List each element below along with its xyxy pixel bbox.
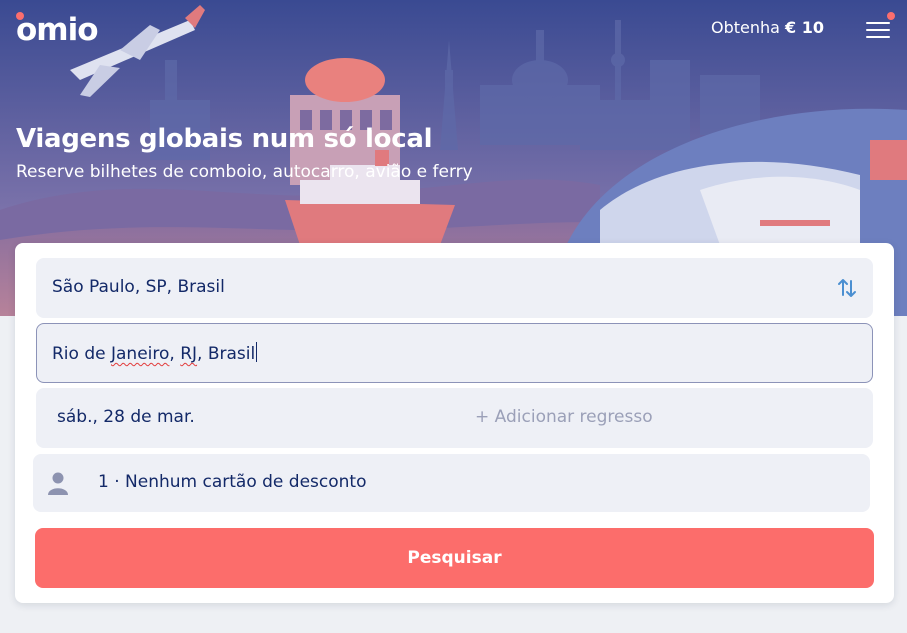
destination-field[interactable]: Rio de Janeiro, RJ, Brasil xyxy=(36,323,873,383)
origin-value: São Paulo, SP, Brasil xyxy=(52,277,225,297)
hero-title: Viagens globais num só local xyxy=(16,124,433,154)
swap-vertical-icon[interactable] xyxy=(835,276,859,300)
person-icon xyxy=(48,472,68,495)
passengers-value: 1 · Nenhum cartão de desconto xyxy=(98,472,367,492)
add-return-label: + Adicionar regresso xyxy=(475,407,653,427)
omio-logo[interactable]: omio xyxy=(16,12,99,48)
notification-dot xyxy=(887,12,895,20)
departure-date-value: sáb., 28 de mar. xyxy=(57,407,195,427)
hamburger-menu-icon[interactable] xyxy=(864,18,892,42)
promo-prefix: Obtenha xyxy=(710,18,786,37)
promo-link[interactable]: Obtenha € 10 xyxy=(711,18,824,37)
hero-subtitle: Reserve bilhetes de comboio, autocarro, … xyxy=(16,162,473,182)
passengers-field[interactable]: 1 · Nenhum cartão de desconto xyxy=(33,454,870,512)
departure-date-field[interactable]: sáb., 28 de mar. xyxy=(36,388,454,448)
origin-field[interactable]: São Paulo, SP, Brasil xyxy=(36,258,873,318)
search-form-card: São Paulo, SP, Brasil Rio de Janeiro, RJ… xyxy=(15,243,894,603)
add-return-field[interactable]: + Adicionar regresso xyxy=(454,388,873,448)
destination-value: Rio de Janeiro, RJ, Brasil xyxy=(52,342,258,364)
omio-search-page: omio Obtenha € 10 Viagens globais num só… xyxy=(0,0,907,633)
search-button[interactable]: Pesquisar xyxy=(35,528,874,588)
promo-amount: € 10 xyxy=(785,18,824,37)
text-caret xyxy=(256,342,258,362)
